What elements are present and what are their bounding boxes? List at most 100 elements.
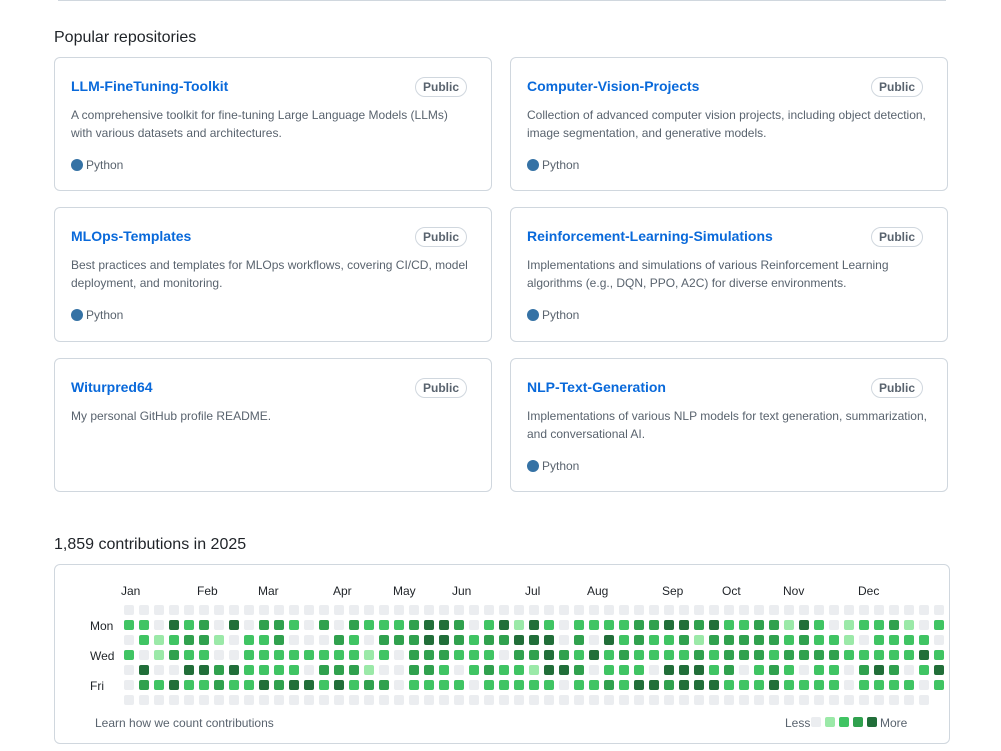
contribution-day-cell[interactable] [259,605,269,615]
contribution-day-cell[interactable] [379,695,389,705]
contribution-day-cell[interactable] [649,635,659,645]
contribution-day-cell[interactable] [844,650,854,660]
contribution-day-cell[interactable] [499,680,509,690]
contribution-day-cell[interactable] [274,605,284,615]
contribution-day-cell[interactable] [214,665,224,675]
contribution-day-cell[interactable] [199,605,209,615]
contribution-day-cell[interactable] [424,620,434,630]
contribution-day-cell[interactable] [409,695,419,705]
contribution-day-cell[interactable] [619,635,629,645]
contribution-day-cell[interactable] [874,665,884,675]
contribution-day-cell[interactable] [379,605,389,615]
contribution-day-cell[interactable] [589,665,599,675]
contribution-day-cell[interactable] [319,695,329,705]
contribution-day-cell[interactable] [919,650,929,660]
contribution-day-cell[interactable] [124,620,134,630]
contribution-day-cell[interactable] [409,620,419,630]
contribution-day-cell[interactable] [334,665,344,675]
contribution-day-cell[interactable] [319,620,329,630]
repo-name-link[interactable]: LLM-FineTuning-Toolkit [71,78,228,94]
contribution-day-cell[interactable] [664,680,674,690]
contribution-day-cell[interactable] [529,635,539,645]
contribution-day-cell[interactable] [634,695,644,705]
contribution-day-cell[interactable] [124,605,134,615]
contribution-day-cell[interactable] [694,665,704,675]
contribution-day-cell[interactable] [769,650,779,660]
contribution-day-cell[interactable] [919,665,929,675]
contribution-day-cell[interactable] [334,635,344,645]
contribution-day-cell[interactable] [229,695,239,705]
contribution-day-cell[interactable] [124,665,134,675]
contribution-day-cell[interactable] [169,605,179,615]
contribution-day-cell[interactable] [709,695,719,705]
contribution-day-cell[interactable] [529,650,539,660]
contribution-day-cell[interactable] [799,680,809,690]
contribution-day-cell[interactable] [769,620,779,630]
contribution-day-cell[interactable] [574,695,584,705]
contribution-day-cell[interactable] [589,680,599,690]
contribution-day-cell[interactable] [424,605,434,615]
contribution-day-cell[interactable] [919,695,929,705]
contribution-day-cell[interactable] [514,635,524,645]
contribution-day-cell[interactable] [319,635,329,645]
learn-contributions-link[interactable]: Learn how we count contributions [95,716,274,730]
contribution-day-cell[interactable] [754,605,764,615]
contribution-day-cell[interactable] [364,620,374,630]
contribution-day-cell[interactable] [184,665,194,675]
contribution-day-cell[interactable] [469,605,479,615]
contribution-day-cell[interactable] [424,650,434,660]
contribution-day-cell[interactable] [394,665,404,675]
contribution-day-cell[interactable] [394,605,404,615]
contribution-day-cell[interactable] [739,605,749,615]
contribution-day-cell[interactable] [529,680,539,690]
contribution-day-cell[interactable] [259,635,269,645]
contribution-day-cell[interactable] [214,680,224,690]
contribution-day-cell[interactable] [484,665,494,675]
contribution-day-cell[interactable] [529,620,539,630]
contribution-day-cell[interactable] [319,605,329,615]
contribution-day-cell[interactable] [214,635,224,645]
contribution-day-cell[interactable] [634,650,644,660]
contribution-day-cell[interactable] [739,635,749,645]
contribution-day-cell[interactable] [739,680,749,690]
contribution-day-cell[interactable] [694,695,704,705]
contribution-day-cell[interactable] [364,605,374,615]
contribution-day-cell[interactable] [334,680,344,690]
contribution-day-cell[interactable] [574,680,584,690]
contribution-day-cell[interactable] [919,635,929,645]
repo-name-link[interactable]: Witurpred64 [71,379,153,395]
contribution-day-cell[interactable] [199,635,209,645]
contribution-day-cell[interactable] [544,650,554,660]
contribution-day-cell[interactable] [469,635,479,645]
contribution-day-cell[interactable] [814,650,824,660]
contribution-day-cell[interactable] [379,680,389,690]
contribution-day-cell[interactable] [619,650,629,660]
contribution-day-cell[interactable] [859,620,869,630]
contribution-day-cell[interactable] [844,680,854,690]
contribution-day-cell[interactable] [574,665,584,675]
contribution-day-cell[interactable] [739,695,749,705]
contribution-day-cell[interactable] [139,665,149,675]
contribution-day-cell[interactable] [694,680,704,690]
contribution-day-cell[interactable] [784,680,794,690]
contribution-day-cell[interactable] [499,665,509,675]
contribution-day-cell[interactable] [574,635,584,645]
contribution-day-cell[interactable] [844,605,854,615]
contribution-day-cell[interactable] [799,665,809,675]
contribution-day-cell[interactable] [889,635,899,645]
contribution-day-cell[interactable] [679,695,689,705]
contribution-day-cell[interactable] [169,635,179,645]
contribution-day-cell[interactable] [334,650,344,660]
contribution-day-cell[interactable] [679,635,689,645]
contribution-day-cell[interactable] [799,635,809,645]
contribution-day-cell[interactable] [439,665,449,675]
contribution-day-cell[interactable] [304,695,314,705]
contribution-day-cell[interactable] [499,695,509,705]
contribution-day-cell[interactable] [319,680,329,690]
contribution-day-cell[interactable] [394,620,404,630]
contribution-day-cell[interactable] [544,635,554,645]
contribution-day-cell[interactable] [289,620,299,630]
contribution-day-cell[interactable] [829,695,839,705]
contribution-day-cell[interactable] [904,635,914,645]
contribution-day-cell[interactable] [199,620,209,630]
